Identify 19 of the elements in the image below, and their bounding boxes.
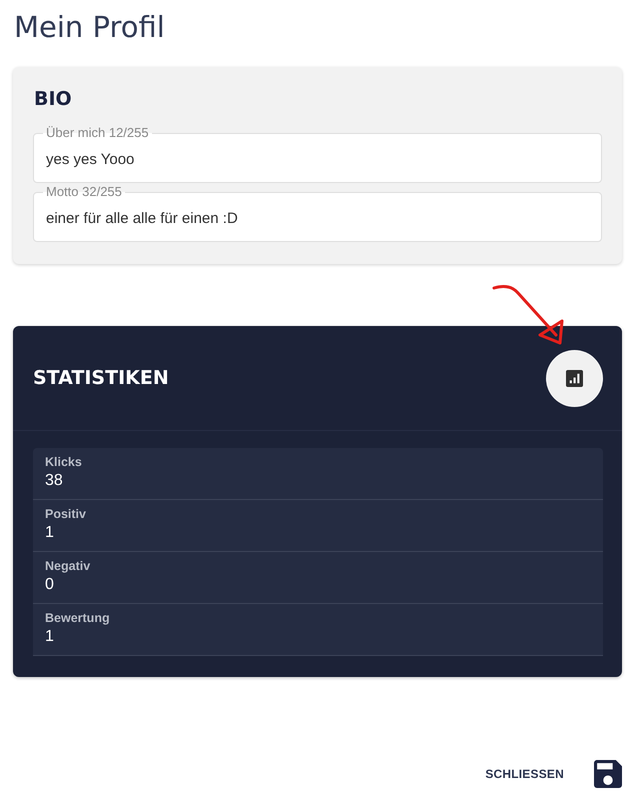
bar-chart-icon: [566, 370, 583, 386]
stat-value: 38: [45, 471, 63, 491]
close-button[interactable]: SCHLIESSEN: [477, 761, 572, 787]
field-label: Motto 32/255: [45, 184, 123, 200]
stat-label: Negativ: [45, 559, 90, 574]
save-button[interactable]: [594, 760, 622, 788]
card-heading: BIO: [34, 88, 72, 111]
field-label: Über mich 12/255: [45, 125, 150, 141]
arrow-icon: [492, 284, 564, 344]
text-field[interactable]: Über mich 12/255 yes yes Yooo: [33, 125, 602, 183]
page-title: Mein Profil: [14, 10, 165, 45]
stat-value: 0: [45, 575, 54, 595]
card-heading: STATISTIKEN: [33, 366, 169, 390]
stat-label: Klicks: [45, 455, 82, 470]
text-field[interactable]: Motto 32/255 einer für alle alle für einen :D: [33, 184, 602, 242]
stat-label: Positiv: [45, 507, 86, 522]
stat-value: 1: [45, 523, 54, 543]
stat-value: 1: [45, 627, 54, 647]
stat-label: Bewertung: [45, 611, 110, 626]
